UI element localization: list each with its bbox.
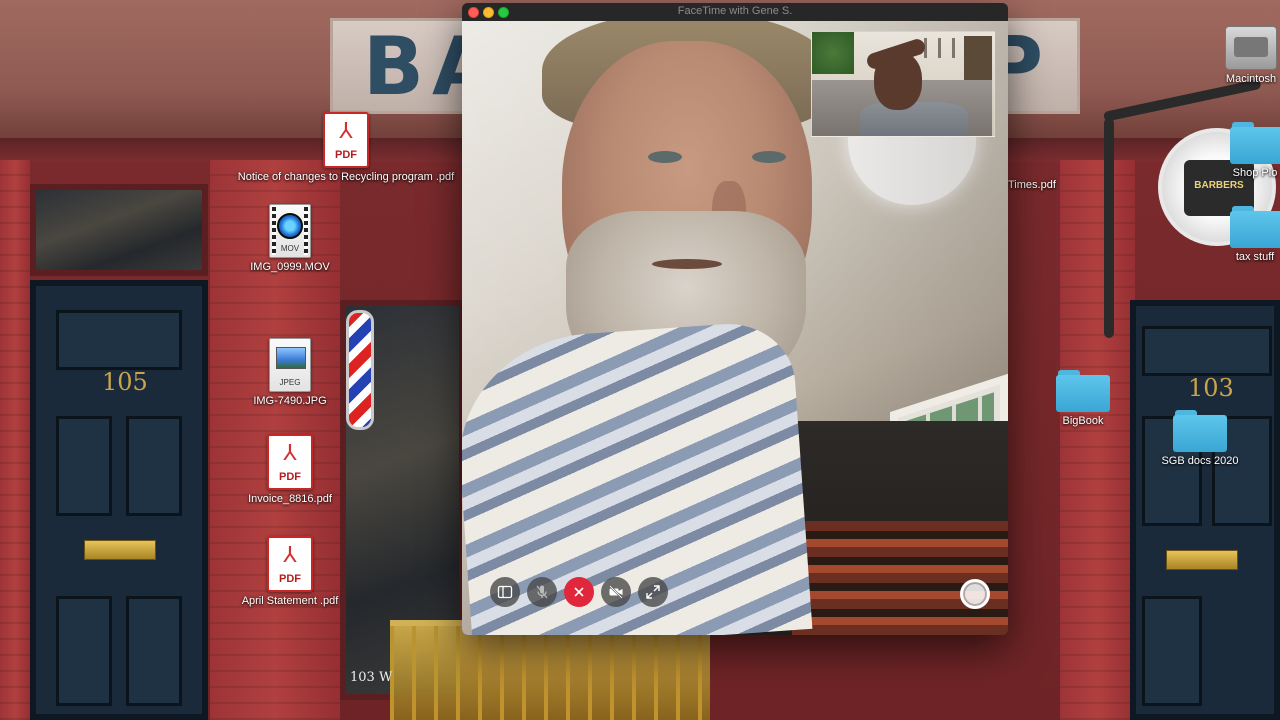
expand-icon [646,585,660,599]
acrobat-logo-icon: ⅄ [339,118,353,143]
desktop-file-invoice-8816[interactable]: ⅄ PDF Invoice_8816.pdf [236,434,344,505]
microphone-icon [536,585,548,599]
hard-drive-icon [1225,26,1277,70]
desktop-file-label: Notice of changes to Recycling program .… [237,171,455,183]
acrobat-logo-icon: ⅄ [283,440,297,465]
brick-pillar [1060,160,1135,720]
gold-bench [390,620,710,720]
acrobat-logo-icon: ⅄ [283,542,297,567]
desktop-folder-shop-plo[interactable]: Shop Plo [1230,122,1280,179]
transom-window [30,184,208,276]
right-door: 103 [1130,300,1280,720]
desktop-file-label: IMG-7490.JPG [253,395,327,407]
desktop-folder-bigbook[interactable]: BigBook [1050,370,1116,427]
desktop-file-times-pdf[interactable]: Times.pdf [1008,176,1068,191]
camera-off-button[interactable] [601,577,631,607]
sidebar-icon [497,585,513,599]
desktop-file-img-0999-mov[interactable]: MOV IMG_0999.MOV [246,204,334,273]
desktop-drive-macintosh[interactable]: Macintosh [1222,26,1280,85]
mute-button[interactable] [527,577,557,607]
desktop-folder-label: SGB docs 2020 [1161,455,1239,467]
brick-pillar [0,160,30,720]
window-title: FaceTime with Gene S. [677,5,793,17]
desktop-file-label: IMG_0999.MOV [250,261,330,273]
caller-sweater [792,521,1008,635]
folder-icon [1173,410,1227,452]
self-preview-video[interactable] [811,31,995,137]
desktop-file-img-7490-jpg[interactable]: JPEG IMG-7490.JPG [246,338,334,407]
pdf-file-icon: ⅄ PDF [267,536,313,592]
jpeg-image-icon: JPEG [269,338,311,392]
window-titlebar[interactable]: FaceTime with Gene S. [462,3,1008,21]
mail-slot [1166,550,1238,570]
mail-slot [84,540,156,560]
desktop-file-recycling-notice[interactable]: ⅄ PDF Notice of changes to Recycling pro… [233,112,459,183]
desktop-folder-label: Shop Plo [1232,167,1278,179]
desktop-file-april-statement[interactable]: ⅄ PDF April Statement .pdf [232,536,348,607]
folder-icon [1056,370,1110,412]
door-number: 105 [102,368,148,396]
folder-icon [1230,122,1280,164]
barber-pole [346,310,374,430]
close-icon [574,587,584,597]
desktop-file-label: Invoice_8816.pdf [248,493,332,505]
facetime-window[interactable]: FaceTime with Gene S. [462,3,1008,635]
sidebar-button[interactable] [490,577,520,607]
desktop-folder-label: BigBook [1062,415,1104,427]
quicktime-movie-icon: MOV [269,204,311,258]
live-photo-shutter-button[interactable] [960,579,990,609]
pdf-file-icon: ⅄ PDF [323,112,369,168]
left-door: 105 [30,280,208,720]
desktop-folder-tax-stuff[interactable]: tax stuff [1230,206,1280,263]
desktop-folder-sgb-docs-2020[interactable]: SGB docs 2020 [1154,410,1246,467]
desktop-drive-label: Macintosh [1225,73,1277,85]
end-call-button[interactable] [564,577,594,607]
desktop-file-label: Times.pdf [1008,179,1056,191]
pdf-file-icon: ⅄ PDF [267,434,313,490]
desktop-folder-label: tax stuff [1235,251,1275,263]
folder-icon [1230,206,1280,248]
desktop-file-label: April Statement .pdf [241,595,339,607]
video-camera-off-icon [609,585,623,599]
fullscreen-button[interactable] [638,577,668,607]
door-number: 103 [1188,374,1234,402]
lamp-pipe [1104,118,1114,338]
storefront-address: 103 W [350,670,393,685]
